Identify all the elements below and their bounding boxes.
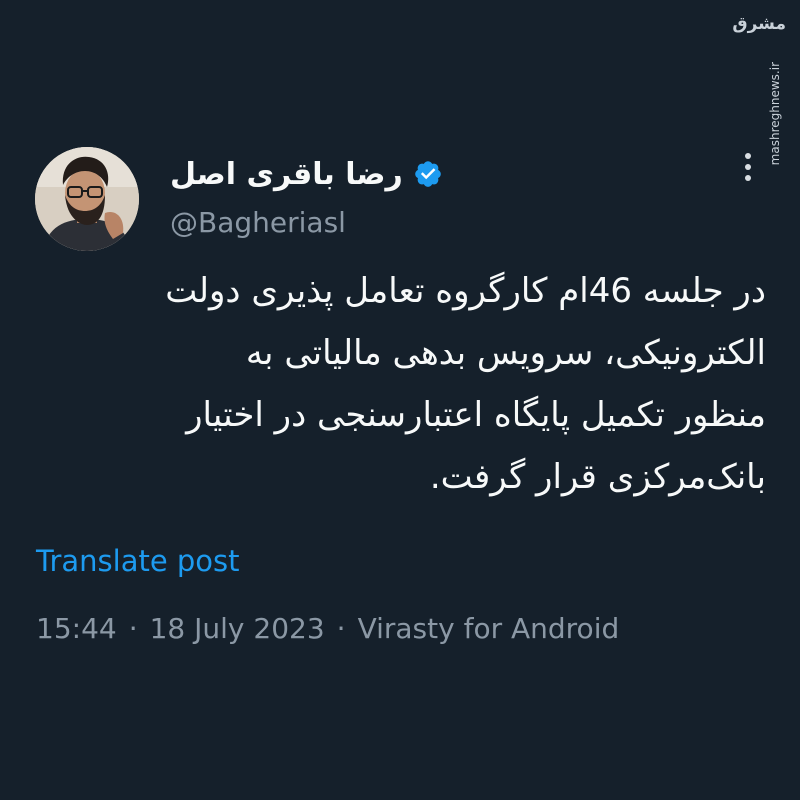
watermark-logo: مشرق — [732, 14, 786, 34]
tweet-text-line: الکترونیکی، سرویس بدهی مالیاتی به — [245, 333, 766, 373]
tweet-date[interactable]: 18 July 2023 — [150, 612, 325, 645]
handle[interactable]: @Bagheriasl — [170, 206, 443, 239]
tweet-text-line: بانک‌مرکزی قرار گرفت. — [429, 457, 766, 497]
watermark: مشرق mashreghnews.ir — [732, 14, 786, 165]
tweet-text: در جلسه 46ام کارگروه تعامل پذیری دولت ال… — [36, 260, 766, 508]
tweet-source: Virasty for Android — [357, 612, 620, 645]
meta-separator: · — [336, 612, 346, 645]
more-vertical-icon[interactable] — [738, 150, 758, 186]
watermark-site: mashreghnews.ir — [768, 62, 782, 166]
tweet-text-line: در جلسه 46ام کارگروه تعامل پذیری دولت — [165, 271, 766, 311]
tweet-header: رضا باقری اصل @Bagheriasl — [170, 150, 443, 239]
verified-badge-icon[interactable] — [413, 159, 443, 189]
translate-post-link[interactable]: Translate post — [36, 544, 240, 578]
meta-separator: · — [128, 612, 138, 645]
avatar[interactable] — [35, 147, 139, 251]
tweet-meta: 15:44 · 18 July 2023 · Virasty for Android — [36, 612, 619, 645]
avatar-image — [35, 147, 139, 251]
name-row: رضا باقری اصل — [170, 150, 443, 198]
display-name[interactable]: رضا باقری اصل — [170, 157, 403, 192]
tweet-time[interactable]: 15:44 — [36, 612, 117, 645]
tweet-text-line: منظور تکمیل پایگاه اعتبارسنجی در اختیار — [186, 395, 766, 435]
